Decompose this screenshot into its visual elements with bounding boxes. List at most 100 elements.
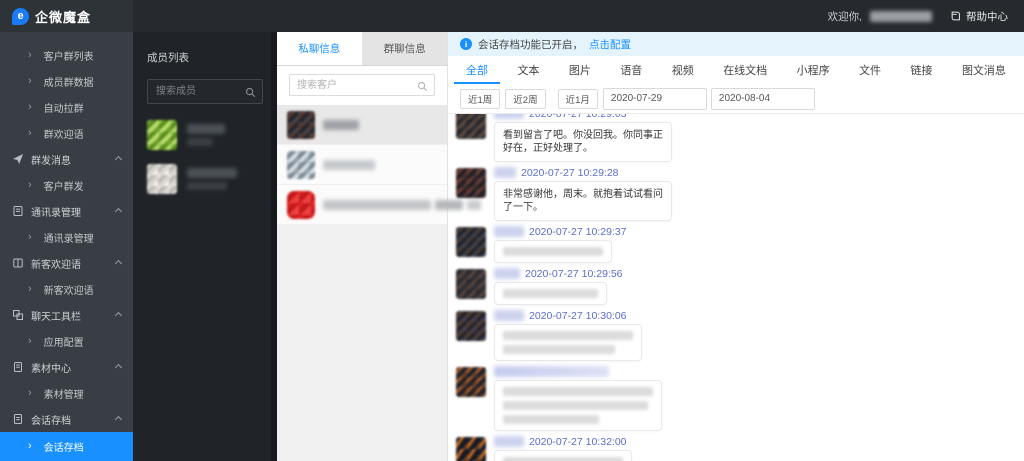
sidebar-item-label: 素材管理: [44, 386, 84, 401]
message-timestamp: 2020-07-27 10:32:00: [529, 436, 627, 448]
contact-name-redacted: [435, 200, 463, 210]
chevron-up-icon: [115, 415, 122, 422]
sidebar-group-new-customer-welcome[interactable]: 新客欢迎语: [0, 250, 133, 276]
tab-mini-program[interactable]: 小程序: [793, 56, 834, 84]
avatar: [287, 151, 315, 179]
sidebar-item-group-welcome[interactable]: ›群欢迎语: [0, 120, 133, 146]
tab-private-chat[interactable]: 私聊信息: [277, 32, 363, 65]
sender-name-redacted: [494, 268, 520, 279]
message-bubble-redacted: [494, 240, 612, 263]
contact-name-redacted: [323, 200, 431, 210]
member-row[interactable]: [147, 164, 263, 194]
avatar: [287, 111, 315, 139]
member-list-title: 成员列表: [147, 50, 263, 65]
tab-all[interactable]: 全部: [462, 56, 492, 84]
sender-name-redacted: [494, 310, 524, 321]
material-icon: [12, 361, 24, 373]
avatar: [456, 311, 486, 341]
chevron-up-icon: [115, 311, 122, 318]
message-item: [456, 365, 1024, 431]
search-icon: [417, 79, 428, 97]
chat-toolbar-icon: [12, 309, 24, 321]
message-timestamp: 2020-07-27 10:30:06: [529, 310, 627, 322]
sender-name-redacted: [494, 114, 524, 119]
sidebar-group-material-center[interactable]: 素材中心: [0, 354, 133, 380]
info-icon: i: [460, 38, 472, 50]
archive-icon: [12, 413, 24, 425]
tab-link[interactable]: 链接: [907, 56, 937, 84]
sidebar-group-mass-message[interactable]: 群发消息: [0, 146, 133, 172]
topbar: e 企微魔盒 欢迎你, 帮助中心: [0, 0, 1024, 32]
date-from-input[interactable]: [603, 88, 707, 110]
member-rows: [147, 120, 263, 194]
sidebar-item-new-customer-welcome[interactable]: › 新客欢迎语: [0, 276, 133, 302]
sidebar-item-material-management[interactable]: ›素材管理: [0, 380, 133, 406]
filter-last-1-week-button[interactable]: 近1周: [460, 89, 500, 109]
avatar: [456, 168, 486, 198]
sidebar-item-contacts-management[interactable]: ›通讯录管理: [0, 224, 133, 250]
message-bubble-redacted: [494, 282, 607, 305]
date-filter-bar: 近1周 近2周 近1月: [448, 84, 1024, 114]
sidebar-item-auto-grouping[interactable]: ›自动拉群: [0, 94, 133, 120]
chevron-up-icon: [115, 259, 122, 266]
welcome-label: 欢迎你,: [828, 9, 862, 24]
chevron-up-icon: [115, 363, 122, 370]
chevron-up-icon: [115, 155, 122, 162]
sidebar-group-label: 通讯录管理: [31, 204, 81, 219]
sidebar-group-label: 新客欢迎语: [31, 256, 81, 271]
tab-file[interactable]: 文件: [855, 56, 885, 84]
tab-voice[interactable]: 语音: [616, 56, 646, 84]
contact-row[interactable]: [277, 145, 447, 185]
configure-link[interactable]: 点击配置: [589, 37, 631, 52]
date-to-input[interactable]: [711, 88, 815, 110]
sidebar-item-chat-archive-active[interactable]: ›会话存档: [0, 432, 133, 461]
tab-richtext-message[interactable]: 图文消息: [958, 56, 1010, 84]
filter-last-1-month-button[interactable]: 近1月: [558, 89, 598, 109]
tab-online-doc[interactable]: 在线文档: [719, 56, 771, 84]
contact-row[interactable]: [277, 185, 447, 225]
message-bubble: 非常感谢他，周末。就抱着试试看问了一下。: [494, 181, 672, 221]
tab-group-chat[interactable]: 群聊信息: [363, 32, 448, 65]
sidebar-item-member-group-data[interactable]: ›成员群数据: [0, 68, 133, 94]
sidebar-group-contacts-management[interactable]: 通讯录管理: [0, 198, 133, 224]
customer-search-input[interactable]: [289, 74, 435, 96]
chevron-right-icon: ›: [28, 441, 32, 452]
tab-video[interactable]: 视频: [668, 56, 698, 84]
sidebar-item-label: 新客欢迎语: [44, 282, 94, 297]
message-item: 2020-07-27 10:29:03 看到留言了吧。你没回我。你同事正好在，正…: [456, 114, 1024, 162]
member-subtext-redacted: [187, 138, 213, 146]
sidebar-item-label: 客户群发: [44, 178, 84, 193]
contact-row-selected[interactable]: [277, 105, 447, 145]
tab-text[interactable]: 文本: [513, 56, 543, 84]
contact-name-redacted: [467, 200, 481, 210]
message-timestamp: 2020-07-27 10:29:37: [529, 226, 627, 238]
sidebar-group-chat-archive[interactable]: 会话存档: [0, 406, 133, 432]
member-row[interactable]: [147, 120, 263, 150]
help-center-link[interactable]: 帮助中心: [950, 9, 1008, 24]
sender-and-time-redacted: [494, 366, 609, 377]
avatar: [456, 227, 486, 257]
chevron-right-icon: ›: [28, 232, 32, 243]
address-book-icon: [12, 205, 24, 217]
member-search-box: [147, 79, 263, 104]
member-name-redacted: [187, 124, 225, 134]
member-subtext-redacted: [187, 182, 227, 190]
avatar: [287, 191, 315, 219]
sidebar-group-label: 聊天工具栏: [31, 308, 81, 323]
sidebar-group-chat-toolbar[interactable]: 聊天工具栏: [0, 302, 133, 328]
sidebar-item-app-config[interactable]: ›应用配置: [0, 328, 133, 354]
chevron-up-icon: [115, 207, 122, 214]
sidebar-group-label: 素材中心: [31, 360, 71, 375]
sidebar-item-label: 成员群数据: [44, 74, 94, 89]
avatar: [147, 120, 177, 150]
tab-image[interactable]: 图片: [565, 56, 595, 84]
app-logo: e 企微魔盒: [0, 0, 133, 32]
sidebar-item-customer-mass-send[interactable]: ›客户群发: [0, 172, 133, 198]
message-item: 2020-07-27 10:30:06: [456, 309, 1024, 361]
sidebar-item-customer-group-list[interactable]: ›客户群列表: [0, 42, 133, 68]
help-center-label: 帮助中心: [966, 9, 1008, 24]
member-list-panel: 成员列表: [133, 32, 277, 461]
filter-last-2-weeks-button[interactable]: 近2周: [505, 89, 545, 109]
send-icon: [12, 153, 24, 165]
chevron-right-icon: ›: [28, 284, 32, 295]
